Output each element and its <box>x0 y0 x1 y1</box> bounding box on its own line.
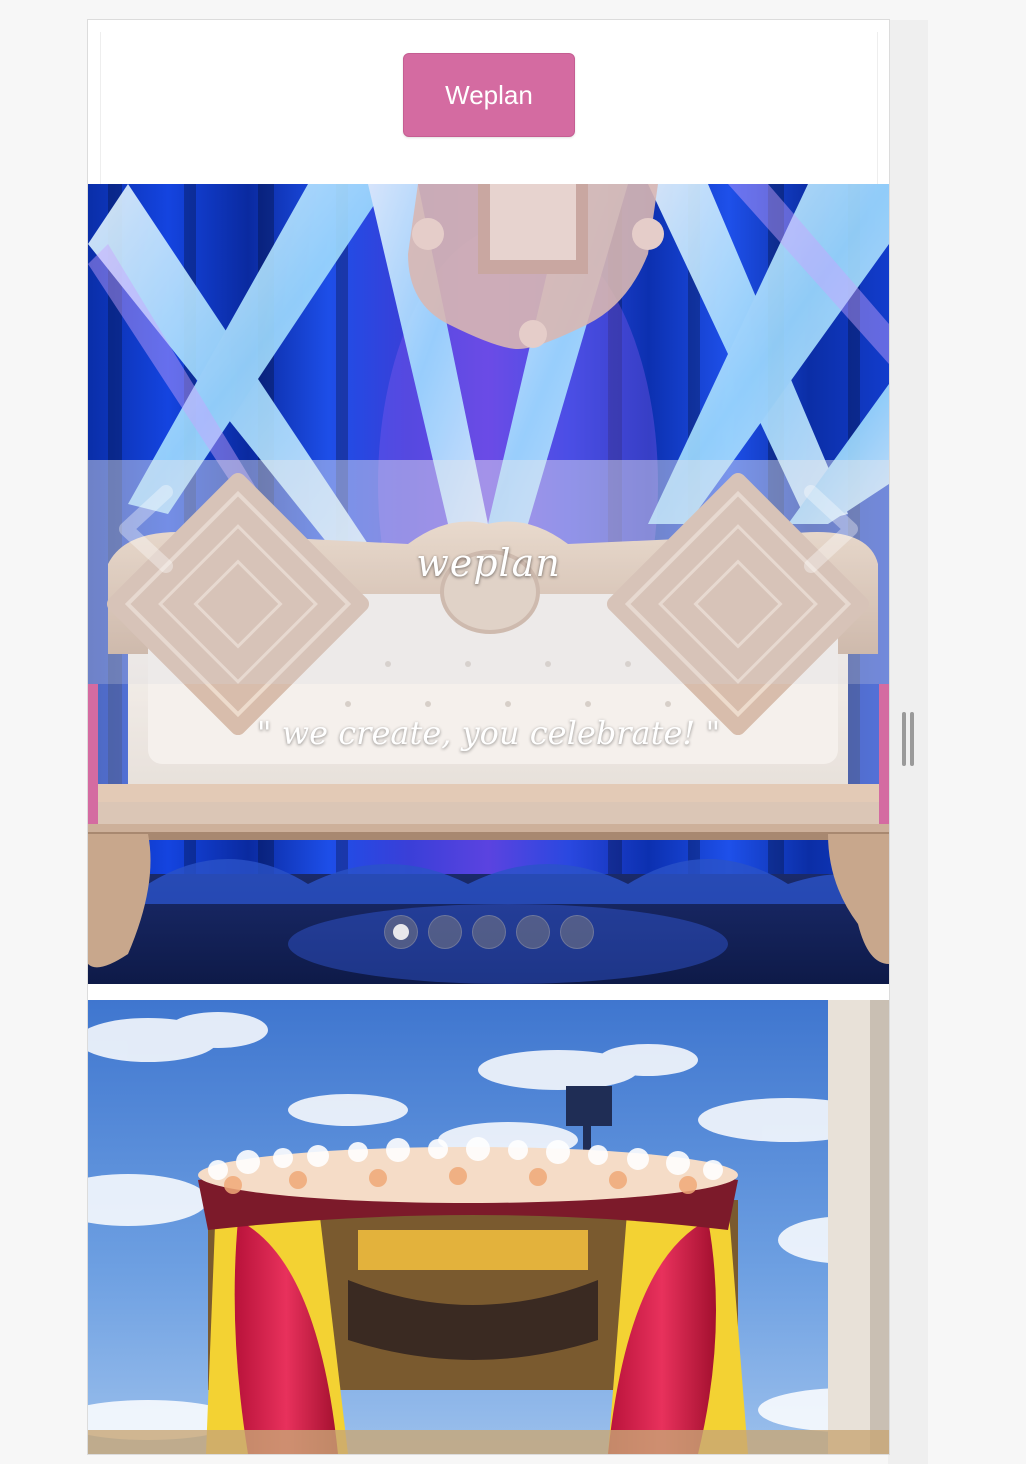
carousel-dots <box>384 915 594 949</box>
chevron-left-icon <box>119 485 173 573</box>
carousel-next-button[interactable] <box>801 484 861 574</box>
quote-accent-left <box>88 684 98 824</box>
resize-handle-bar-right <box>910 712 914 766</box>
weplan-brand-button[interactable]: Weplan <box>403 53 575 137</box>
resize-handle-icon[interactable] <box>901 712 917 766</box>
page: Weplan weplan " we create, you celebrate… <box>0 0 1026 1464</box>
hero-tagline: " we create, you celebrate! " <box>256 714 721 752</box>
carousel-dot-3[interactable] <box>472 915 506 949</box>
hero-carousel: weplan " we create, you celebrate! " <box>88 184 889 984</box>
resize-handle-bar-left <box>902 712 906 766</box>
mandap-photo <box>88 1000 889 1454</box>
chevron-right-icon <box>804 485 858 573</box>
site-header: Weplan <box>100 32 878 184</box>
mandap-image <box>88 1000 889 1454</box>
carousel-prev-button[interactable] <box>116 484 176 574</box>
quote-accent-right <box>879 684 889 824</box>
content-frame: Weplan weplan " we create, you celebrate… <box>87 19 890 1455</box>
hero-quote-band <box>88 684 889 824</box>
hero-brand-text: weplan <box>416 541 561 585</box>
carousel-dot-1[interactable] <box>384 915 418 949</box>
carousel-dot-5[interactable] <box>560 915 594 949</box>
carousel-dot-4[interactable] <box>516 915 550 949</box>
carousel-dot-2[interactable] <box>428 915 462 949</box>
